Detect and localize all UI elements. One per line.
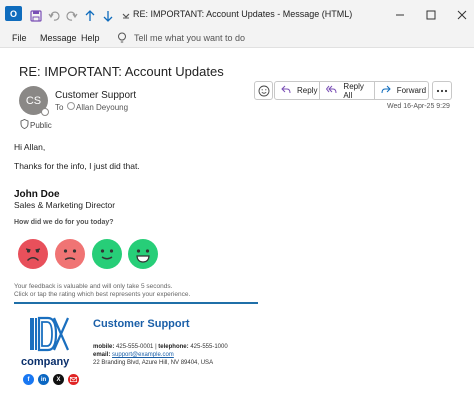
reply-label: Reply <box>297 86 318 95</box>
forward-label: Forward <box>396 86 427 95</box>
telephone-label: telephone: <box>158 344 189 350</box>
x-icon[interactable]: X <box>53 374 64 385</box>
reply-button[interactable]: Reply <box>275 82 319 99</box>
next-item-icon[interactable] <box>98 6 117 25</box>
presence-status-icon <box>41 108 49 116</box>
rating-unhappy-face-icon[interactable] <box>55 239 85 269</box>
reply-all-label: Reply All <box>343 81 364 100</box>
recipient-name[interactable]: Allan Deyoung <box>76 103 128 112</box>
message-subject: RE: IMPORTANT: Account Updates <box>19 64 224 79</box>
rating-happy-face-icon[interactable] <box>92 239 122 269</box>
maximize-icon[interactable] <box>421 5 441 24</box>
lightbulb-icon <box>117 32 127 47</box>
menu-help[interactable]: Help <box>81 33 100 43</box>
response-actions: Reply Reply All Forward <box>274 81 429 100</box>
forward-button[interactable]: Forward <box>373 82 428 99</box>
menu-message[interactable]: Message <box>40 33 77 43</box>
received-timestamp: Wed 16-Apr-25 9:29 <box>387 103 450 110</box>
redo-icon[interactable] <box>62 6 81 25</box>
rating-prompt: How did we do for you today? <box>14 219 114 226</box>
title-bar: O RE: IMPORTANT: Account Updates - Messa… <box>0 0 474 29</box>
sensitivity-label: Public <box>30 121 52 130</box>
feedback-note-1: Your feedback is valuable and will only … <box>14 283 173 290</box>
window-title: RE: IMPORTANT: Account Updates - Message… <box>133 9 353 19</box>
outlook-app-icon: O <box>5 6 22 21</box>
smiley-icon <box>258 85 269 96</box>
mail-icon[interactable] <box>68 374 79 385</box>
tell-me-search[interactable]: Tell me what you want to do <box>134 33 245 43</box>
company-wordmark: company <box>21 356 70 368</box>
telephone-number: 425-555-1000 <box>190 344 228 350</box>
recipient-status-icon <box>67 102 75 110</box>
feedback-note-2: Click or tap the rating which best repre… <box>14 291 191 298</box>
email-label: email: <box>93 352 111 358</box>
email-link[interactable]: support@example.com <box>112 352 174 358</box>
signature-name: John Doe <box>14 189 60 200</box>
rating-very-unhappy-face-icon[interactable] <box>18 239 48 269</box>
mobile-number: 425-555-0001 <box>116 344 154 350</box>
undo-icon[interactable] <box>44 6 63 25</box>
add-reaction-button[interactable] <box>254 81 273 100</box>
reply-all-button[interactable]: Reply All <box>319 81 373 100</box>
sender-name[interactable]: Customer Support <box>55 90 136 101</box>
body-message: Thanks for the info, I just did that. <box>14 161 140 171</box>
contact-address: 22 Branding Blvd, Azure Hill, NV 89404, … <box>93 360 214 366</box>
more-actions-button[interactable] <box>432 81 452 100</box>
card-name: Customer Support <box>93 318 190 330</box>
shield-icon <box>20 119 29 131</box>
linkedin-icon[interactable]: in <box>38 374 49 385</box>
reply-icon <box>281 85 291 97</box>
body-greeting: Hi Allan, <box>14 142 46 152</box>
contact-email: email: support@example.com <box>93 352 174 358</box>
reply-all-icon <box>326 85 337 97</box>
company-logo <box>28 316 70 352</box>
mobile-label: mobile: <box>93 344 115 350</box>
signature-title: Sales & Marketing Director <box>14 200 116 210</box>
contact-separator: | <box>155 344 157 350</box>
menu-file[interactable]: File <box>12 33 27 43</box>
forward-icon <box>381 85 391 97</box>
facebook-icon[interactable]: f <box>23 374 34 385</box>
ellipsis-icon <box>436 89 448 92</box>
save-icon[interactable] <box>26 6 45 25</box>
rating-very-happy-face-icon[interactable] <box>128 239 158 269</box>
minimize-icon[interactable] <box>390 5 410 24</box>
menu-bar: File Message Help Tell me what you want … <box>0 29 474 48</box>
contact-phones: mobile: 425-555-0001 | telephone: 425-55… <box>93 344 228 350</box>
signature-divider <box>14 302 258 304</box>
previous-item-icon[interactable] <box>80 6 99 25</box>
to-label: To <box>55 103 64 112</box>
close-icon[interactable] <box>452 5 472 24</box>
